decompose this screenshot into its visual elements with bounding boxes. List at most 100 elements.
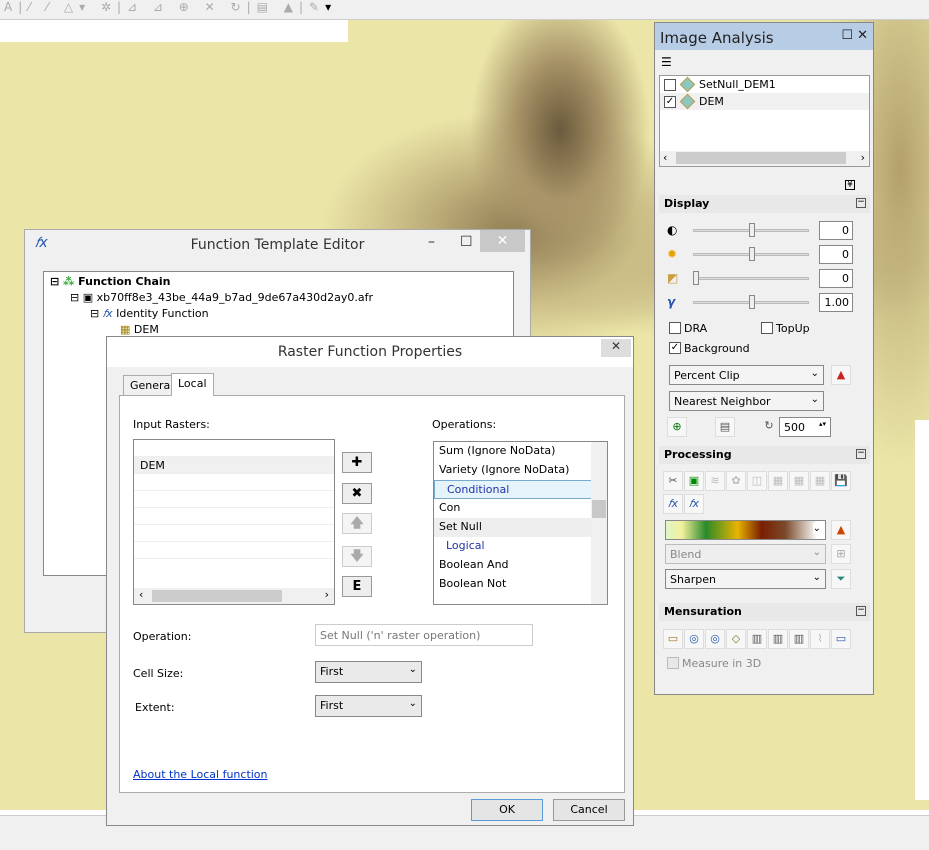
group-header: Logical	[446, 539, 485, 552]
close-button[interactable]: ✕	[601, 339, 631, 357]
slider-thumb[interactable]	[749, 295, 755, 309]
raster-function-icon[interactable]: 𝑓x	[684, 494, 704, 514]
list-item[interactable]: Boolean Not	[434, 575, 607, 594]
layer-checkbox[interactable]	[664, 78, 676, 91]
measure-area-icon[interactable]: ◇	[726, 629, 746, 649]
export-icon[interactable]: 💾	[831, 471, 851, 491]
gamma-icon: γ	[667, 295, 676, 309]
measure-point-icon[interactable]: ◎	[684, 629, 704, 649]
topup-checkbox[interactable]: TopUp	[761, 322, 810, 335]
filter-icon[interactable]: ⏷	[831, 569, 851, 589]
measure-shadow-icon[interactable]: ▥	[768, 629, 788, 649]
dialog-title: Raster Function Properties	[277, 344, 463, 360]
operation-field: Set Null ('n' raster operation)	[315, 624, 533, 646]
transparency-slider[interactable]	[693, 277, 809, 280]
measure-distance-icon[interactable]: ▭	[663, 629, 683, 649]
ndvi-icon: ✿	[726, 471, 746, 491]
toolbar-tools-icon[interactable]: A|⁄ ⁄ △▾ ✲|⊿ ⊿ ⊕ ✕ ↻|▤ ▲|✎	[4, 0, 325, 14]
maximize-icon[interactable]: ☐	[841, 28, 853, 43]
processing-tools: ✂ ▣ ≋ ✿ ◫ ▦ ▦ ▦ 💾	[663, 471, 851, 491]
map-blank-area	[915, 420, 929, 800]
stretch-type-dropdown[interactable]: Percent Clip ⌄	[669, 365, 824, 385]
measure-centroid-icon[interactable]: ◎	[705, 629, 725, 649]
horizontal-scrollbar[interactable]: ‹ ›	[134, 588, 334, 604]
gamma-value[interactable]: 1.00	[819, 293, 853, 312]
colormap-icon[interactable]: ▲	[831, 520, 851, 540]
display-section-header[interactable]: Display −	[659, 195, 870, 213]
close-icon[interactable]: ✕	[857, 28, 868, 43]
layer-name: DEM	[699, 95, 724, 108]
ok-button[interactable]: OK	[471, 799, 543, 821]
list-item[interactable]: Variety (Ignore NoData)	[434, 461, 607, 480]
edit-raster-button[interactable]: E	[342, 576, 372, 597]
orthorectify-icon: ▦	[789, 471, 809, 491]
close-button[interactable]: ✕	[480, 230, 525, 252]
collapse-all-icon[interactable]: ¥	[845, 180, 855, 190]
tree-node[interactable]: ⊟ 𝑓x Identity Function	[50, 307, 507, 323]
brightness-icon: ✹	[667, 247, 678, 261]
raster-function-properties-dialog: Raster Function Properties ✕ General Loca…	[106, 336, 634, 826]
cell-size-dropdown[interactable]: First ⌄	[315, 661, 422, 683]
layer-item[interactable]: SetNull_DEM1	[660, 76, 869, 93]
cell-size-label: Cell Size:	[133, 667, 184, 680]
operations-list[interactable]: Sum (Ignore NoData) Variety (Ignore NoDa…	[433, 441, 608, 605]
transparency-value[interactable]: 0	[819, 269, 853, 288]
clip-icon[interactable]: ✂	[663, 471, 683, 491]
extent-dropdown[interactable]: First ⌄	[315, 695, 422, 717]
list-item[interactable]: Con	[434, 499, 607, 518]
function-editor-icon[interactable]: 𝑓x	[663, 494, 683, 514]
tree-node[interactable]: ⊟ ⁂ Function Chain	[50, 275, 507, 291]
zoom-to-raster-icon[interactable]: ⊕	[667, 417, 687, 437]
map-blank-area	[0, 20, 348, 42]
list-item[interactable]: Boolean And	[434, 556, 607, 575]
input-rasters-list[interactable]: DEM ‹ ›	[133, 439, 335, 605]
brightness-value[interactable]: 0	[819, 245, 853, 264]
list-item[interactable]: Sum (Ignore NoData)	[434, 442, 607, 461]
shaded-relief-icon: ▦	[810, 471, 830, 491]
add-raster-button[interactable]: ✚	[342, 452, 372, 473]
slider-thumb[interactable]	[749, 223, 755, 237]
processing-section-header[interactable]: Processing −	[659, 446, 870, 464]
layer-checkbox[interactable]: ✓	[664, 95, 676, 108]
refresh-interval-spinner[interactable]: 500 ▴▾	[779, 417, 831, 437]
about-local-function-link[interactable]: About the Local function	[133, 768, 268, 781]
slider-thumb[interactable]	[693, 271, 699, 285]
layer-list[interactable]: SetNull_DEM1 ✓ DEM ‹ ›	[659, 75, 870, 167]
raster-grid-icon: ▦	[120, 323, 131, 336]
list-options-icon[interactable]: ☰	[661, 55, 672, 69]
contrast-icon: ◐	[667, 223, 678, 237]
horizontal-scrollbar[interactable]: ‹ ›	[660, 151, 869, 166]
refresh-interval-icon: ↻	[764, 419, 774, 432]
filter-dropdown[interactable]: Sharpen ⌄	[665, 569, 826, 589]
resampling-dropdown[interactable]: Nearest Neighbor ⌄	[669, 391, 824, 411]
layer-item[interactable]: ✓ DEM	[660, 93, 869, 110]
cancel-button[interactable]: Cancel	[553, 799, 625, 821]
contrast-value[interactable]: 0	[819, 221, 853, 240]
mask-icon[interactable]: ▣	[684, 471, 704, 491]
slider-thumb[interactable]	[749, 247, 755, 261]
list-item[interactable]: Set Null	[434, 518, 593, 537]
minimize-icon[interactable]: –	[428, 234, 435, 250]
dra-checkbox[interactable]: DRA	[669, 322, 707, 335]
add-blend-icon: ⊞	[831, 544, 851, 564]
measure-base-icon[interactable]: ▥	[789, 629, 809, 649]
swipe-icon[interactable]: ▤	[715, 417, 735, 437]
function-icon: 𝑓x	[102, 307, 113, 320]
toolbar-overflow-button[interactable]: ▾	[325, 0, 337, 14]
color-ramp-dropdown[interactable]: ⌄	[665, 520, 826, 540]
operations-label: Operations:	[432, 418, 497, 431]
maximize-icon[interactable]: ☐	[460, 234, 473, 250]
list-item[interactable]: DEM	[134, 457, 334, 474]
vertical-scrollbar[interactable]	[591, 442, 607, 604]
tab-local[interactable]: Local	[171, 373, 214, 396]
layer-name: SetNull_DEM1	[699, 78, 776, 91]
tree-node[interactable]: ⊟ ▣ xb70ff8e3_43be_44a9_b7ad_9de67a430d2…	[50, 291, 507, 307]
composite-icon: ◫	[747, 471, 767, 491]
measure-height-icon[interactable]: ▥	[747, 629, 767, 649]
mensuration-section-header[interactable]: Mensuration −	[659, 603, 870, 621]
histogram-icon[interactable]: ▲	[831, 365, 851, 385]
results-window-icon[interactable]: ▭	[831, 629, 851, 649]
background-checkbox[interactable]: ✓ Background	[669, 342, 750, 355]
move-down-button: 🡇	[342, 546, 372, 567]
remove-raster-button[interactable]: ✖	[342, 483, 372, 504]
